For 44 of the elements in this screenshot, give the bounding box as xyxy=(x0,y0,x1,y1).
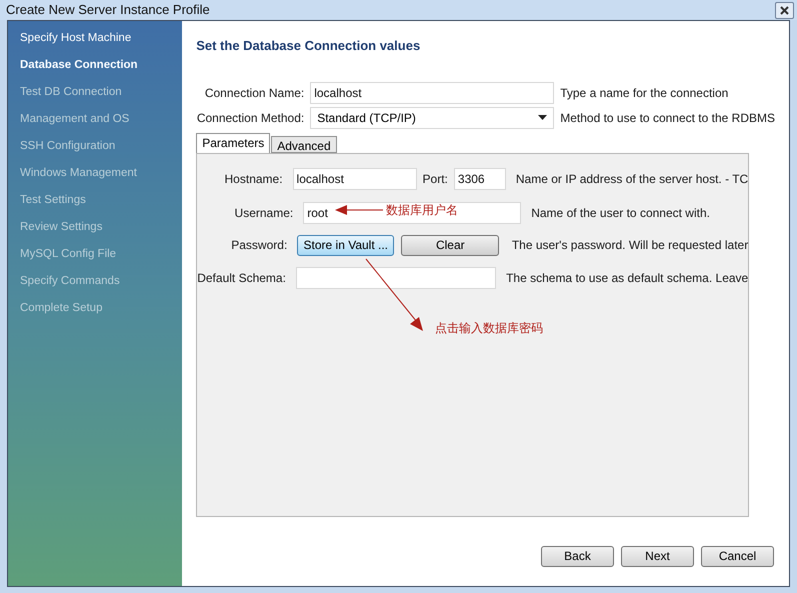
field-label: Connection Name: xyxy=(204,84,304,102)
text-field[interactable]: localhost xyxy=(310,82,554,104)
field-label: Default Schema: xyxy=(197,270,286,286)
field-label: Username: xyxy=(234,204,294,222)
field-label: Password: xyxy=(230,237,288,254)
annotation-text: 数据库用户名 xyxy=(386,202,458,218)
wizard-step: Database Connection xyxy=(20,56,182,83)
clear-button[interactable]: Clear xyxy=(401,234,500,256)
tab[interactable]: Advanced xyxy=(271,136,337,152)
field-hint: Type a name for the connection xyxy=(560,84,728,102)
text-field[interactable] xyxy=(296,266,496,288)
text-field[interactable]: localhost xyxy=(292,168,417,190)
wizard-button[interactable]: Back xyxy=(541,546,614,566)
wizard-step: MySQL Config File xyxy=(20,245,182,272)
close-icon xyxy=(780,6,789,14)
dropdown-arrow-icon xyxy=(538,115,548,120)
field-label: Hostname: xyxy=(224,170,283,188)
close-button[interactable] xyxy=(775,2,794,18)
field-label: Port: xyxy=(422,172,448,186)
page-heading: Set the Database Connection values xyxy=(196,37,422,55)
window-title: Create New Server Instance Profile xyxy=(6,1,210,20)
text-field[interactable]: 3306 xyxy=(454,168,506,190)
wizard-button[interactable]: Next xyxy=(621,546,694,566)
wizard-step: Specify Host Machine xyxy=(20,29,182,56)
field-label: Connection Method: xyxy=(196,110,304,126)
wizard-step: Test Settings xyxy=(20,191,182,218)
tab[interactable]: Parameters xyxy=(196,132,270,152)
field-hint: Name of the user to connect with. xyxy=(531,204,710,222)
wizard-step: Management and OS xyxy=(20,110,182,137)
field-hint: The schema to use as default schema. Leave xyxy=(506,270,748,286)
field-hint: The user's password. Will be requested later xyxy=(512,237,748,254)
wizard-step: SSH Configuration xyxy=(20,137,182,164)
wizard-step: Windows Management xyxy=(20,164,182,191)
annotation-arrow xyxy=(335,204,384,214)
wizard-step: Test DB Connection xyxy=(20,83,182,110)
wizard-button[interactable]: Cancel xyxy=(701,546,774,566)
method-dropdown[interactable]: Standard (TCP/IP) xyxy=(310,106,554,128)
field-hint: Method to use to connect to the RDBMS xyxy=(560,110,775,126)
annotation-text: 点击输入数据库密码 xyxy=(435,320,544,336)
store-in-vault-button[interactable]: Store in Vault ... xyxy=(297,234,394,256)
wizard-step: Review Settings xyxy=(20,218,182,245)
wizard-step: Specify Commands xyxy=(20,272,182,299)
wizard-step: Complete Setup xyxy=(20,299,182,326)
field-hint: Name or IP address of the server host. - TC xyxy=(516,170,748,188)
